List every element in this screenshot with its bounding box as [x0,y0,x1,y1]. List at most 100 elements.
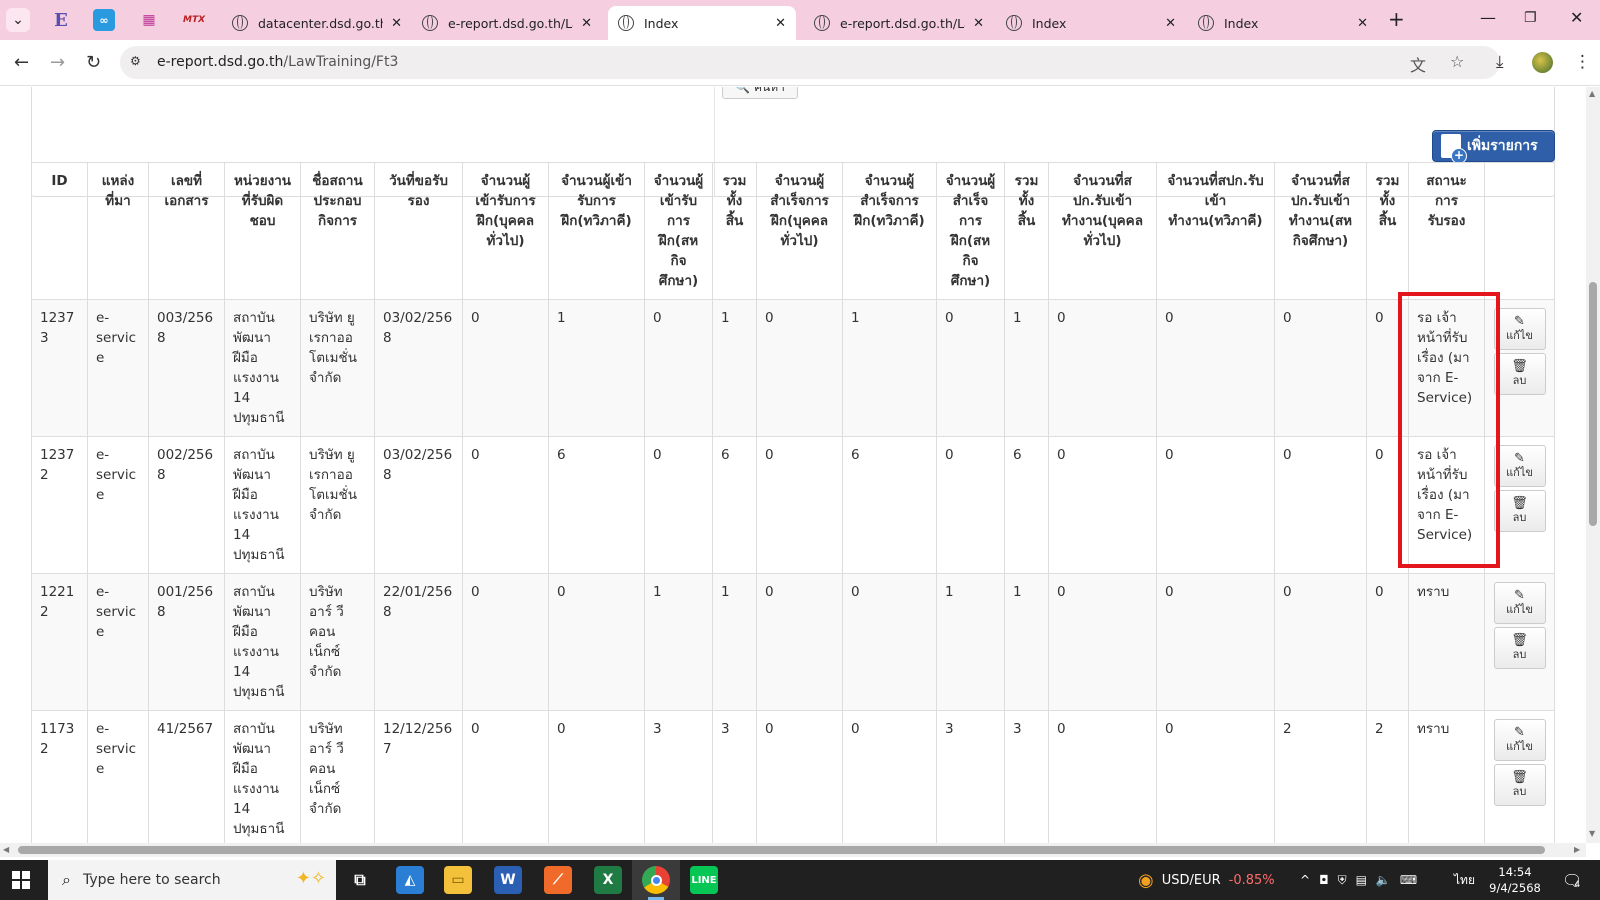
scroll-down-arrow-icon[interactable]: ▼ [1589,829,1595,838]
pinned-tab-logo-icon[interactable]: MTX [183,9,205,31]
table-cell: 12372 [31,436,88,574]
pinned-tab-infinity-icon[interactable]: ∞ [93,9,115,31]
add-item-button[interactable]: เพิ่มรายการ [1432,130,1555,164]
minimize-icon[interactable]: — [1480,8,1496,27]
scroll-left-arrow-icon[interactable]: ◀ [3,845,9,854]
edit-button-label: แก้ไข [1506,603,1533,616]
site-settings-icon[interactable]: ⚙ [130,54,148,70]
address-bar[interactable]: ⚙ e-report.dsd.go.th/LawTraining/Ft3 文 ☆ [120,46,1500,79]
horizontal-scrollbar[interactable]: ◀ ▶ [0,843,1586,857]
url-host: e-report.dsd.go.th [157,54,284,70]
delete-button-label: ลบ [1512,374,1527,387]
system-tray-icons[interactable]: ^ ◘ ⛨ ▤ 🔈 ⌨ [1300,860,1417,900]
vertical-scrollbar[interactable]: ▲ ▼ [1586,87,1600,843]
table-cell: 1 [1004,299,1049,437]
close-icon[interactable]: ✕ [775,16,786,31]
download-icon[interactable]: ⤓ [1496,52,1504,72]
column-header: รวมทั้งสิ้น [1366,162,1409,300]
tab-e-report-2[interactable]: e-report.dsd.go.th/Law ✕ [804,6,994,40]
edit-button[interactable]: ✎ แก้ไข [1493,445,1546,487]
tab-datacenter[interactable]: datacenter.dsd.go.th | ✕ [222,6,412,40]
edit-button[interactable]: ✎ แก้ไข [1493,719,1546,761]
table-cell: 0 [936,299,1005,437]
delete-button[interactable]: 🗑 ลบ [1493,627,1546,669]
table-row: 12212 e-service 001/2568 สถาบันพัฒนาฝีมือแร… [31,573,1555,711]
reload-icon[interactable]: ↻ [86,52,101,73]
taskbar-search-box[interactable]: ⌕ Type here to search ✦✧ [48,860,336,900]
keyboard-icon[interactable]: ⌨ [1400,873,1417,887]
ticker-widget[interactable]: ◉ USD/EUR -0.85% [1138,860,1275,900]
tab-index-3[interactable]: Index ✕ [1188,6,1378,40]
delete-button[interactable]: 🗑 ลบ [1493,353,1546,395]
table-row: 12372 e-service 002/2568 สถาบันพัฒนาฝีมือแร… [31,436,1555,574]
translate-icon[interactable]: 文 [1410,52,1426,76]
input-language[interactable]: ไทย [1454,860,1475,900]
file-explorer-icon[interactable]: ▭ [444,866,472,894]
horizontal-scroll-thumb[interactable] [18,846,1545,854]
edit-button[interactable]: ✎ แก้ไข [1493,308,1546,350]
menu-kebab-icon[interactable]: ⋮ [1574,52,1591,72]
row-actions-group: ✎ แก้ไข 🗑 ลบ [1485,719,1554,806]
restore-icon[interactable]: ❐ [1524,10,1537,26]
new-tab-plus-icon[interactable]: + [1388,7,1405,31]
search-button[interactable]: 🔍 ค้นหา [722,87,798,99]
table-cell: สถาบันพัฒนาฝีมือแรงงาน 14 ปทุมธานี [224,573,301,711]
paint-app-icon[interactable]: ⟋ [544,866,572,894]
windows-start-icon[interactable] [12,871,30,889]
close-icon[interactable]: ✕ [1165,16,1176,31]
delete-button[interactable]: 🗑 ลบ [1493,490,1546,532]
trash-icon: 🗑 [1511,359,1528,374]
tab-e-report-1[interactable]: e-report.dsd.go.th/Law ✕ [412,6,602,40]
tab-index-active[interactable]: Index ✕ [608,6,796,40]
volume-icon[interactable]: 🔈 [1376,873,1391,887]
delete-button-label: ลบ [1512,511,1527,524]
bookmark-star-icon[interactable]: ☆ [1450,52,1464,71]
notification-center-icon[interactable]: 🗨 4 [1562,860,1582,900]
globe-icon [422,15,438,31]
photos-app-icon[interactable]: ◭ [396,866,424,894]
task-view-icon[interactable]: ⧉ [346,866,374,894]
meet-now-icon[interactable]: ◘ [1319,873,1329,887]
back-arrow-icon[interactable]: ← [14,52,29,73]
globe-icon [618,15,634,31]
table-cell: 11732 [31,710,88,843]
search-button-label: ค้นหา [754,87,785,97]
pinned-tab-grid-icon[interactable]: ▦ [138,9,160,31]
window-close-icon[interactable]: ✕ [1570,8,1583,27]
excel-app-icon[interactable]: X [594,866,622,894]
chrome-app-icon[interactable] [642,866,670,894]
word-app-icon[interactable]: W [494,866,522,894]
table-cell: 6 [548,436,645,574]
close-icon[interactable]: ✕ [581,16,592,31]
vertical-scroll-thumb[interactable] [1589,282,1597,526]
url-text[interactable]: e-report.dsd.go.th/LawTraining/Ft3 [157,54,398,70]
profile-avatar[interactable] [1532,52,1553,73]
network-icon[interactable]: ▤ [1356,873,1367,887]
table-cell: 0 [756,299,843,437]
scroll-right-arrow-icon[interactable]: ▶ [1574,845,1580,854]
table-cell: สถาบันพัฒนาฝีมือแรงงาน 14 ปทุมธานี [224,436,301,574]
column-header: ชื่อสถานประกอบกิจการ [300,162,375,300]
system-clock[interactable]: 14:54 9/4/2568 [1486,864,1544,896]
edit-button[interactable]: ✎ แก้ไข [1493,582,1546,624]
line-app-icon[interactable]: LINE [690,866,718,894]
delete-button[interactable]: 🗑 ลบ [1493,764,1546,806]
close-icon[interactable]: ✕ [391,16,402,31]
table-cell: e-service [87,299,149,437]
security-icon[interactable]: ⛨ [1338,873,1347,888]
tab-search-chevron-icon[interactable]: ⌄ [6,8,30,32]
clock-date: 9/4/2568 [1489,881,1541,895]
clock-time: 14:54 [1498,865,1532,879]
close-icon[interactable]: ✕ [1357,16,1368,31]
close-icon[interactable]: ✕ [973,16,984,31]
table-header-row: ID แหล่งที่มา เลขที่เอกสาร หน่วยงานที่รั… [31,162,1555,300]
status-cell: ทราบ [1408,573,1485,711]
tray-chevron-icon[interactable]: ^ [1300,873,1310,887]
row-actions-group: ✎ แก้ไข 🗑 ลบ [1485,308,1554,395]
forward-arrow-icon[interactable]: → [50,52,65,73]
scroll-up-arrow-icon[interactable]: ▲ [1589,89,1595,98]
tab-index-2[interactable]: Index ✕ [996,6,1186,40]
pinned-tab-e-icon[interactable]: E [50,9,72,31]
table-cell: 0 [842,710,937,843]
table-cell: 0 [1274,436,1367,574]
